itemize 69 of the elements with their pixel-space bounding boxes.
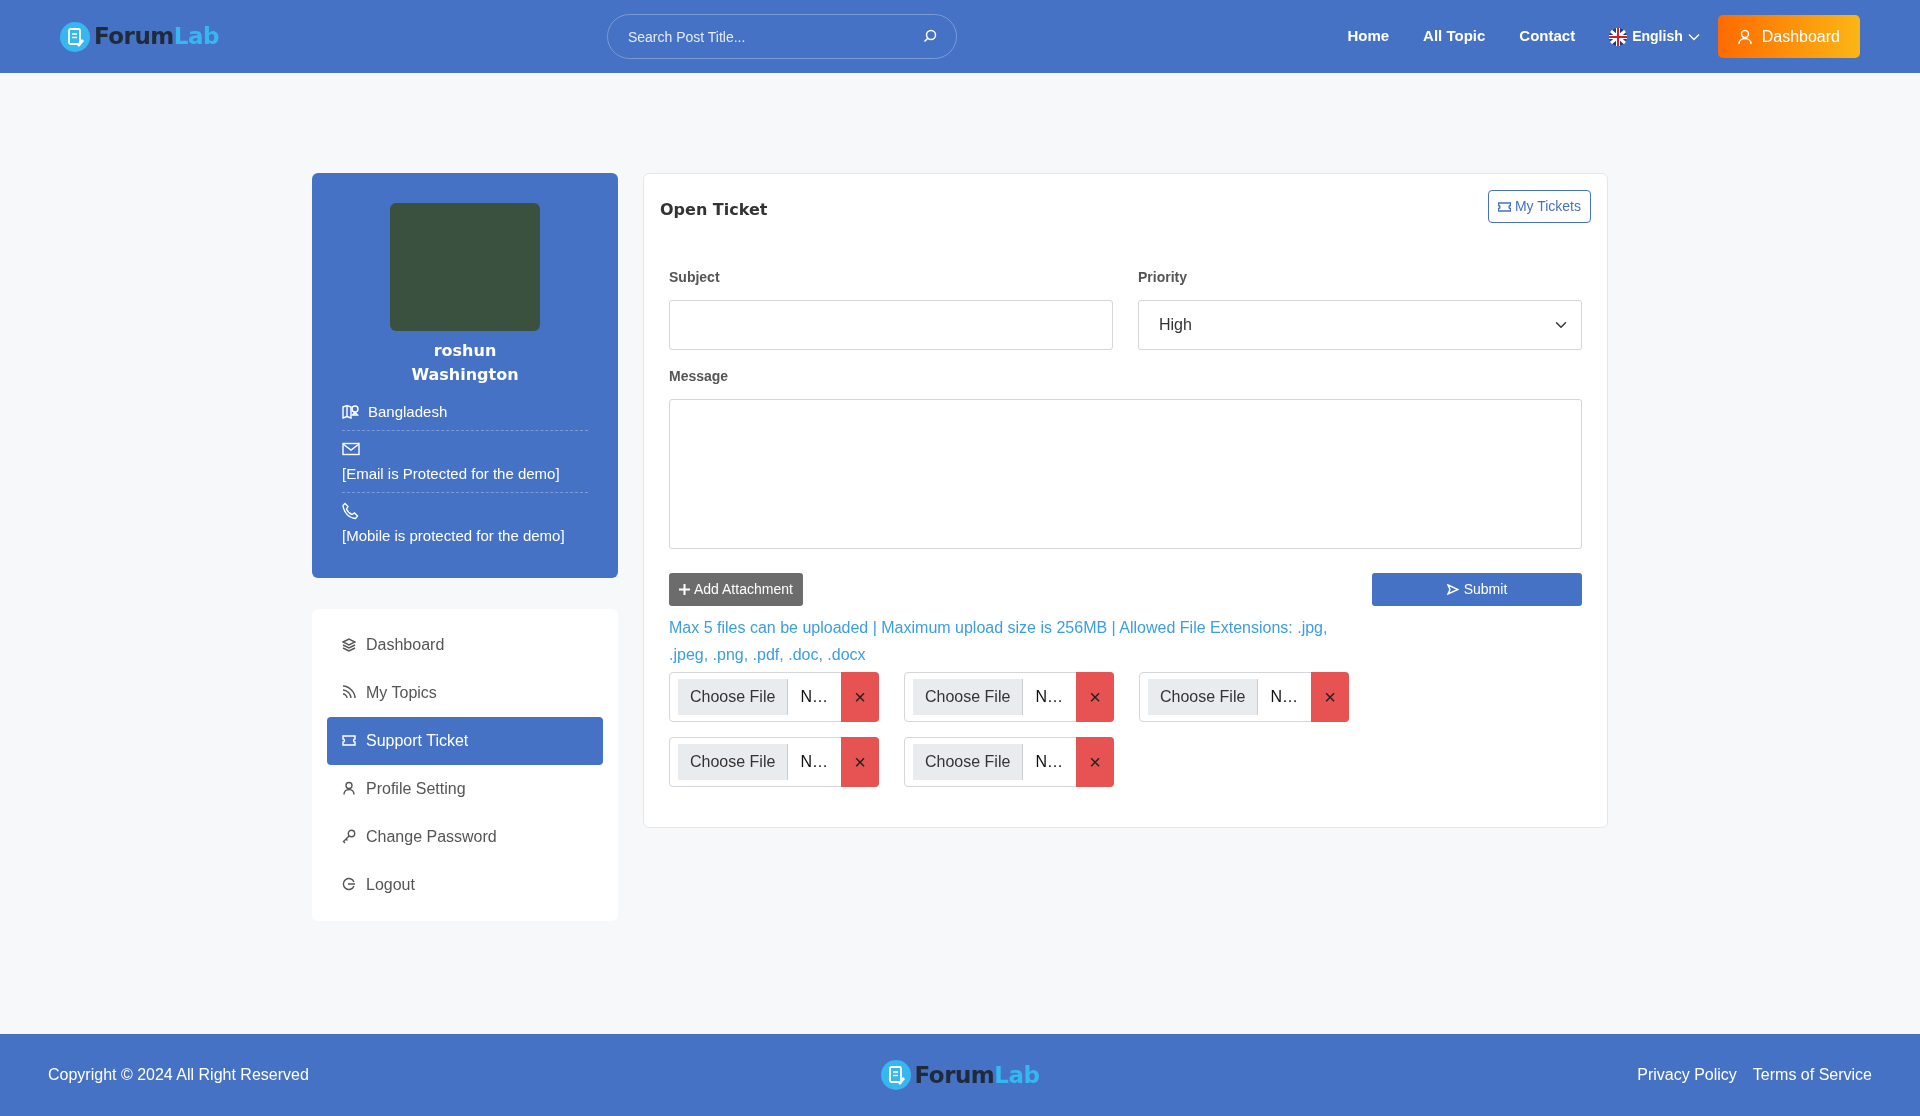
file-name: N…	[1269, 687, 1299, 707]
choose-file-button[interactable]: Choose File	[678, 679, 789, 715]
phone-icon	[342, 501, 360, 520]
field-label: Message	[669, 367, 730, 386]
field-label: Priority	[1138, 268, 1188, 287]
menu-item[interactable]: My Topics	[327, 668, 603, 717]
ticket-icon	[342, 733, 356, 748]
user-icon	[342, 781, 356, 796]
contact-text: [Email is Protected for the demo]	[342, 465, 560, 482]
file-input[interactable]: Choose File N… ×	[669, 672, 879, 722]
copyright-text: Copyright © 2024 All Right Reserved	[48, 1065, 310, 1085]
logo-icon	[60, 21, 90, 52]
nav-link-item[interactable]: Contact	[1519, 25, 1576, 48]
upload-note: Max 5 files can be uploaded | Maximum upload size is 256MB | Allowed File Extensions: .jpg, .jpeg, .png, .pdf, .doc, .docx	[669, 618, 1329, 665]
remove-button[interactable]: ×	[1076, 672, 1114, 722]
choose-file-button[interactable]: Choose File	[913, 679, 1024, 715]
envelope-icon	[342, 441, 360, 456]
submit-button[interactable]: Submit	[1372, 573, 1582, 606]
logo-text[interactable]: ForumLab	[914, 1057, 1040, 1093]
search-field[interactable]: Search Post Title...	[606, 14, 957, 59]
user-icon	[1737, 28, 1752, 45]
remove-button[interactable]: ×	[841, 737, 879, 787]
menu-item[interactable]: Support Ticket	[327, 716, 603, 765]
my-tickets-button[interactable]: My Tickets	[1487, 190, 1591, 223]
card-title: Open Ticket	[660, 199, 768, 221]
logo-text[interactable]: ForumLab	[94, 19, 219, 54]
subject-field[interactable]	[669, 300, 1113, 350]
ticket-icon	[1497, 201, 1511, 212]
signal-icon	[342, 685, 356, 700]
choose-file-button[interactable]: Choose File	[678, 744, 789, 780]
file-input[interactable]: Choose File N… ×	[904, 672, 1114, 722]
choose-file-button[interactable]: Choose File	[913, 744, 1024, 780]
remove-button[interactable]: ×	[1076, 737, 1114, 787]
location-text: Bangladesh	[368, 402, 448, 422]
search-icon[interactable]	[922, 29, 937, 43]
language-dropdown[interactable]: English	[1609, 26, 1700, 47]
field-label: Subject	[669, 268, 721, 287]
menu-item[interactable]: Profile Setting	[327, 764, 603, 813]
file-input[interactable]: Choose File N… ×	[1139, 672, 1349, 722]
file-input[interactable]: Choose File N… ×	[669, 737, 879, 787]
menu-item[interactable]: Change Password	[327, 812, 603, 861]
message-field[interactable]	[669, 399, 1582, 549]
file-name: N…	[799, 752, 829, 772]
file-name: N…	[1034, 752, 1064, 772]
footer-link[interactable]: Privacy Policy	[1637, 1063, 1737, 1087]
key-icon	[342, 829, 356, 844]
logo-icon	[880, 1060, 911, 1090]
send-icon	[1446, 584, 1459, 595]
remove-button[interactable]: ×	[1311, 672, 1349, 722]
remove-button[interactable]: ×	[841, 672, 879, 722]
choose-file-button[interactable]: Choose File	[1148, 679, 1259, 715]
plus-icon	[679, 584, 690, 595]
file-name: N…	[799, 687, 829, 707]
logout-icon	[342, 877, 356, 892]
layers-icon	[342, 637, 356, 652]
menu-item[interactable]: Logout	[327, 860, 603, 909]
footer-link[interactable]: Terms of Service	[1752, 1063, 1872, 1087]
contact-text: [Mobile is protected for the demo]	[342, 527, 565, 544]
flag-icon	[1609, 27, 1628, 46]
file-input[interactable]: Choose File N… ×	[904, 737, 1114, 787]
menu-item[interactable]: Dashboard	[327, 620, 603, 669]
file-name: N…	[1034, 687, 1064, 707]
priority-select[interactable]: High	[1138, 300, 1582, 350]
chevron-down-icon	[1687, 32, 1700, 41]
nav-link-item[interactable]: All Topic	[1423, 25, 1486, 48]
user-name: roshun Washington	[410, 340, 520, 386]
add-attachment-button[interactable]: Add Attachment	[669, 573, 803, 606]
map-pin-icon	[342, 404, 360, 421]
nav-link-item[interactable]: Home	[1347, 25, 1390, 48]
